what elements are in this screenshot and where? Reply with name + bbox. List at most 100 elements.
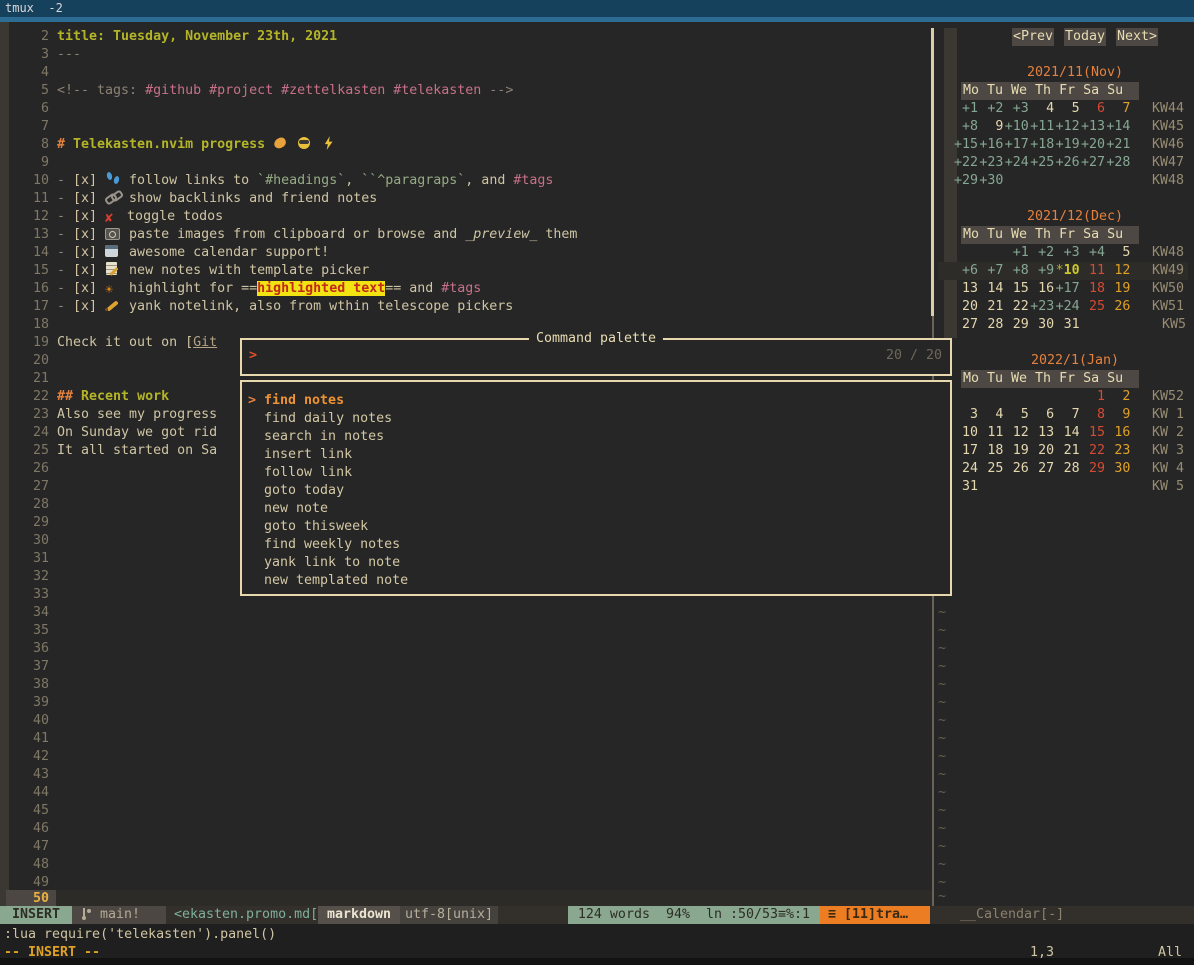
calendar-day[interactable]: 11 [979,424,1003,442]
calendar-day[interactable]: 5 [1106,244,1130,262]
calendar-day[interactable]: +1 [1005,244,1029,262]
calendar-day[interactable]: +17 [1005,136,1029,154]
calendar-day[interactable]: 23 [1106,442,1130,460]
calendar-day[interactable]: *10 [1056,262,1080,280]
calendar-day[interactable]: +11 [1030,118,1054,136]
calendar-day[interactable]: 2 [1106,388,1130,406]
calendar-day[interactable]: 22 [1081,442,1105,460]
calendar-day[interactable]: 17 [954,442,978,460]
palette-item[interactable]: > find notes [248,392,344,410]
calendar-next-button[interactable]: Next> [1116,28,1158,46]
palette-item[interactable]: find weekly notes [248,536,400,554]
calendar-day[interactable]: 24 [954,460,978,478]
calendar-day[interactable]: +23 [979,154,1003,172]
calendar-day[interactable]: 30 [1106,460,1130,478]
calendar-day[interactable]: +26 [1056,154,1080,172]
calendar-day[interactable]: +21 [1106,136,1130,154]
calendar-day[interactable]: +17 [1056,280,1080,298]
calendar-day[interactable]: 26 [1106,298,1130,316]
calendar-day[interactable]: 1 [1081,388,1105,406]
calendar-day[interactable]: +1 [954,100,978,118]
calendar-day[interactable]: +19 [1056,136,1080,154]
calendar-day[interactable]: +8 [1005,262,1029,280]
calendar-day[interactable]: 12 [1005,424,1029,442]
calendar-day[interactable]: 16 [1106,424,1130,442]
palette-item[interactable]: goto today [248,482,344,500]
calendar-day[interactable]: 10 [954,424,978,442]
palette-item[interactable]: follow link [248,464,352,482]
calendar-day[interactable]: +25 [1030,154,1054,172]
calendar-day[interactable]: +27 [1081,154,1105,172]
calendar-day[interactable]: 21 [1056,442,1080,460]
calendar-day[interactable]: 3 [954,406,978,424]
calendar-day[interactable]: +24 [1005,154,1029,172]
calendar-day[interactable]: 4 [1030,100,1054,118]
calendar-day[interactable]: +6 [954,262,978,280]
calendar-day[interactable]: +28 [1106,154,1130,172]
calendar-day[interactable]: +20 [1081,136,1105,154]
calendar-day[interactable]: 19 [1106,280,1130,298]
calendar-day[interactable]: 26 [1005,460,1029,478]
calendar-day[interactable]: 4 [979,406,1003,424]
calendar-day[interactable]: +24 [1056,298,1080,316]
calendar-day[interactable]: 29 [1005,316,1029,334]
calendar-day[interactable]: 13 [1030,424,1054,442]
command-line[interactable]: :lua require('telekasten').panel() [4,926,276,944]
calendar-day[interactable]: 5 [1056,100,1080,118]
calendar-day[interactable]: +12 [1056,118,1080,136]
calendar-day[interactable]: +7 [979,262,1003,280]
calendar-day[interactable]: 15 [1081,424,1105,442]
palette-item[interactable]: find daily notes [248,410,392,428]
calendar-day[interactable]: 7 [1106,100,1130,118]
calendar-day[interactable]: 25 [979,460,1003,478]
calendar-day[interactable]: 28 [979,316,1003,334]
calendar-day[interactable]: 20 [1030,442,1054,460]
calendar-day[interactable]: 11 [1081,262,1105,280]
calendar-day[interactable]: 28 [1056,460,1080,478]
calendar-day[interactable]: 30 [1030,316,1054,334]
calendar-day[interactable]: 6 [1081,100,1105,118]
palette-item[interactable]: insert link [248,446,352,464]
calendar-day[interactable]: +2 [979,100,1003,118]
calendar-day[interactable]: +4 [1081,244,1105,262]
calendar-day[interactable]: 29 [1081,460,1105,478]
calendar-day[interactable]: 31 [1056,316,1080,334]
calendar-day[interactable]: +22 [954,154,978,172]
calendar-day[interactable]: +10 [1005,118,1029,136]
palette-item[interactable]: goto thisweek [248,518,368,536]
calendar-day[interactable]: 15 [1005,280,1029,298]
calendar-day[interactable]: 20 [954,298,978,316]
calendar-day[interactable]: +3 [1056,244,1080,262]
calendar-day[interactable]: 7 [1056,406,1080,424]
editor-scrollbar-thumb[interactable] [931,28,934,316]
calendar-day[interactable]: 14 [1056,424,1080,442]
calendar-day[interactable]: +18 [1030,136,1054,154]
calendar-day[interactable]: 18 [979,442,1003,460]
calendar-day[interactable]: 31 [954,478,978,496]
calendar-day[interactable]: 8 [1081,406,1105,424]
calendar-day[interactable]: 19 [1005,442,1029,460]
calendar-day[interactable]: +29 [954,172,978,190]
calendar-day[interactable]: +3 [1005,100,1029,118]
palette-item[interactable]: new templated note [248,572,408,590]
palette-item[interactable]: new note [248,500,328,518]
calendar-day[interactable]: 9 [1106,406,1130,424]
calendar-day[interactable]: +9 [1030,262,1054,280]
palette-item[interactable]: search in notes [248,428,384,446]
palette-item[interactable]: yank link to note [248,554,400,572]
calendar-today-button[interactable]: Today [1064,28,1106,46]
calendar-prev-button[interactable]: <Prev [1012,28,1054,46]
calendar-day[interactable]: +16 [979,136,1003,154]
calendar-day[interactable]: 22 [1005,298,1029,316]
calendar-day[interactable]: 9 [979,118,1003,136]
calendar-day[interactable]: 18 [1081,280,1105,298]
calendar-day[interactable]: 6 [1030,406,1054,424]
calendar-day[interactable]: +15 [954,136,978,154]
calendar-day[interactable]: 25 [1081,298,1105,316]
calendar-day[interactable]: 27 [1030,460,1054,478]
calendar-day[interactable]: +8 [954,118,978,136]
calendar-day[interactable]: 12 [1106,262,1130,280]
calendar-day[interactable]: +23 [1030,298,1054,316]
calendar-day[interactable]: +13 [1081,118,1105,136]
calendar-day[interactable]: +2 [1030,244,1054,262]
